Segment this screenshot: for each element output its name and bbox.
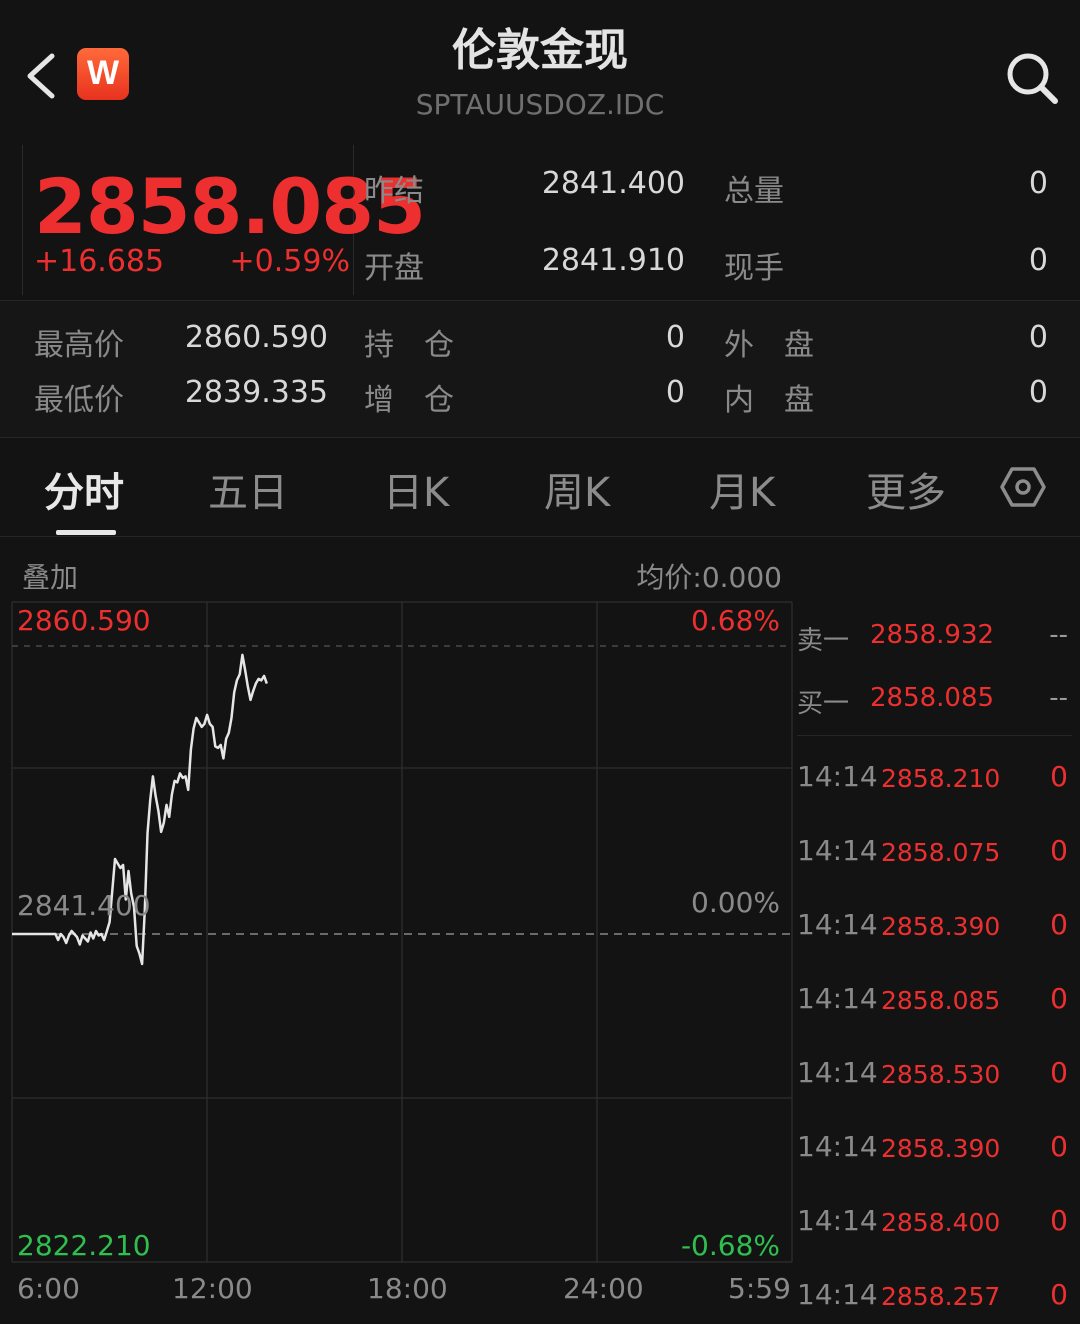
divider [797, 735, 1072, 736]
trade-volume: 0 [1050, 760, 1068, 793]
oi-change-label: 增 仓 [364, 383, 454, 418]
ask-label: 卖一 [797, 626, 850, 656]
chart-grid [11, 601, 793, 1263]
trade-volume: 0 [1050, 982, 1068, 1015]
trade-price: 2858.075 [881, 838, 1001, 867]
outer-volume-value: 0 [1028, 320, 1048, 355]
ask-price: 2858.932 [870, 620, 995, 650]
symbol-code: SPTAUUSDOZ.IDC [415, 88, 665, 121]
trade-price: 2858.257 [881, 1282, 1001, 1311]
open-value: 2841.910 [541, 243, 685, 278]
tab-monthly-k[interactable]: 月K [709, 460, 775, 518]
back-button[interactable] [18, 48, 68, 104]
bid-volume: -- [1049, 683, 1068, 713]
tab-more[interactable]: 更多 [866, 460, 946, 518]
x-tick-label: 5:59 [728, 1272, 791, 1305]
low-value: 2839.335 [184, 375, 328, 410]
trade-time: 14:14 [797, 1130, 878, 1163]
pct-mid-label: 0.00% [691, 886, 780, 919]
intraday-chart[interactable]: 2860.590 2841.400 2822.210 0.68% 0.00% -… [0, 590, 795, 1324]
trade-time: 14:14 [797, 760, 878, 793]
tab-five-day[interactable]: 五日 [208, 460, 288, 518]
search-button[interactable] [1000, 46, 1062, 108]
trade-price: 2858.210 [881, 764, 1001, 793]
trade-volume: 0 [1050, 834, 1068, 867]
total-volume-value: 0 [1028, 166, 1048, 201]
tab-weekly-k[interactable]: 周K [544, 460, 610, 518]
app-logo: W [77, 48, 129, 100]
search-icon [1007, 53, 1058, 104]
trade-time: 14:14 [797, 908, 878, 941]
trade-time: 14:14 [797, 1204, 878, 1237]
trade-volume: 0 [1050, 908, 1068, 941]
pct-top-label: 0.68% [691, 604, 780, 637]
trade-time: 14:14 [797, 834, 878, 867]
low-label: 最低价 [34, 383, 124, 418]
page-title: 伦敦金现 [452, 25, 628, 76]
trade-price: 2858.530 [881, 1060, 1001, 1089]
y-mid-label: 2841.400 [17, 889, 151, 922]
x-tick-label: 24:00 [563, 1272, 644, 1305]
hexagon-settings-icon [1000, 467, 1046, 507]
chart-settings-button[interactable] [1000, 464, 1046, 510]
outer-volume-label: 外 盘 [724, 328, 814, 363]
chevron-left-icon [27, 53, 55, 99]
y-top-label: 2860.590 [17, 604, 151, 637]
open-interest-label: 持 仓 [364, 328, 454, 363]
y-bottom-label: 2822.210 [17, 1229, 151, 1262]
trade-volume: 0 [1050, 1278, 1068, 1311]
trade-volume: 0 [1050, 1056, 1068, 1089]
trade-time: 14:14 [797, 982, 878, 1015]
trade-price: 2858.085 [881, 986, 1001, 1015]
oi-change-value: 0 [665, 375, 685, 410]
active-tab-indicator [56, 530, 116, 535]
x-tick-label: 18:00 [367, 1272, 448, 1305]
open-label: 开盘 [364, 251, 424, 286]
high-value: 2860.590 [184, 320, 328, 355]
trade-time: 14:14 [797, 1278, 878, 1311]
price-change-pct: +0.59% [229, 244, 350, 279]
high-label: 最高价 [34, 328, 124, 363]
trade-time: 14:14 [797, 1056, 878, 1089]
inner-volume-value: 0 [1028, 375, 1048, 410]
current-hand-label: 现手 [724, 251, 784, 286]
price-change: +16.685 [34, 244, 165, 279]
prev-settle-label: 昨结 [364, 174, 424, 209]
divider [0, 536, 1080, 537]
x-tick-label: 6:00 [17, 1272, 80, 1305]
trade-volume: 0 [1050, 1204, 1068, 1237]
tab-daily-k[interactable]: 日K [383, 460, 449, 518]
trade-price: 2858.390 [881, 912, 1001, 941]
inner-volume-label: 内 盘 [724, 383, 814, 418]
trade-price: 2858.400 [881, 1208, 1001, 1237]
x-tick-label: 12:00 [172, 1272, 253, 1305]
trade-price: 2858.390 [881, 1134, 1001, 1163]
bid-price: 2858.085 [870, 683, 995, 713]
open-interest-value: 0 [665, 320, 685, 355]
total-volume-label: 总量 [724, 174, 784, 209]
bid-label: 买一 [797, 689, 850, 719]
trade-volume: 0 [1050, 1130, 1068, 1163]
pct-bottom-label: -0.68% [681, 1229, 780, 1262]
prev-settle-value: 2841.400 [541, 166, 685, 201]
current-hand-value: 0 [1028, 243, 1048, 278]
ask-volume: -- [1049, 620, 1068, 650]
logo-letter: W [86, 54, 120, 92]
tab-intraday[interactable]: 分时 [44, 460, 124, 518]
